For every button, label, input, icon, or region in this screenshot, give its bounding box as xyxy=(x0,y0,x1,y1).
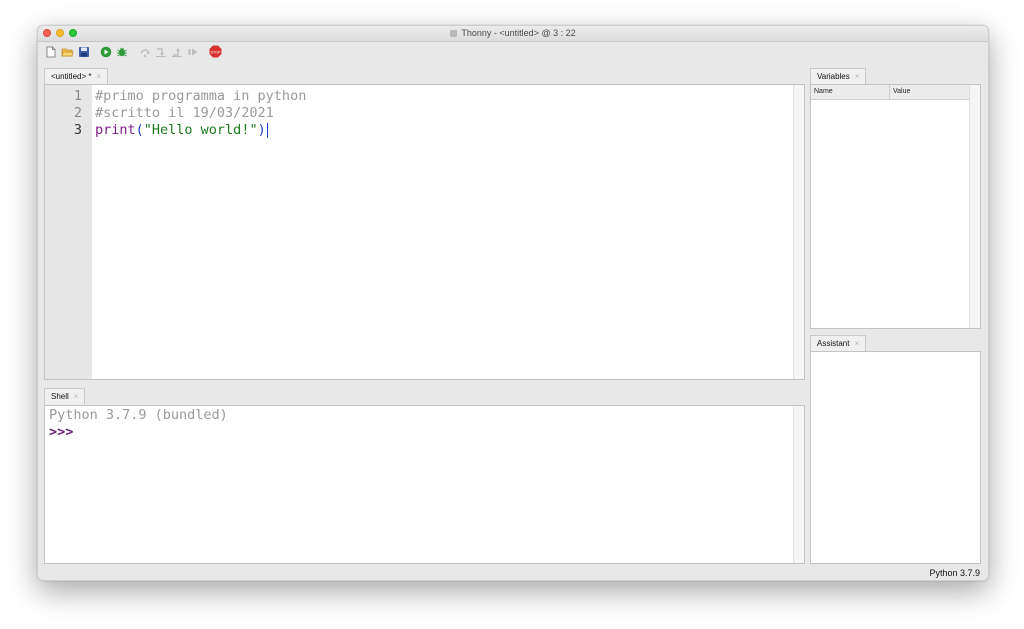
stop-icon[interactable]: STOP xyxy=(209,45,222,58)
tab-untitled[interactable]: <untitled> * × xyxy=(44,68,109,84)
save-icon[interactable] xyxy=(78,45,90,57)
thonny-window: Thonny - <untitled> @ 3 : 22 STOP <untit… xyxy=(37,25,989,581)
open-file-icon[interactable] xyxy=(61,45,74,57)
shell-console[interactable]: Python 3.7.9 (bundled) >>> xyxy=(44,405,805,564)
tab-shell[interactable]: Shell × xyxy=(44,388,86,404)
editor-scrollbar[interactable] xyxy=(793,85,804,379)
open-paren: ( xyxy=(135,122,144,138)
run-icon[interactable] xyxy=(100,45,112,58)
tab-variables[interactable]: Variables × xyxy=(810,68,867,84)
close-paren: ) xyxy=(257,122,266,138)
step-into-icon[interactable] xyxy=(155,45,167,57)
debug-icon[interactable] xyxy=(116,45,128,57)
new-file-icon[interactable] xyxy=(45,45,57,58)
line-number-gutter: 1 2 3 xyxy=(45,85,92,379)
column-header-value[interactable]: Value xyxy=(890,85,971,99)
document-icon xyxy=(450,30,458,38)
close-tab-icon[interactable]: × xyxy=(854,339,859,348)
line-number: 2 xyxy=(73,105,82,121)
line-number: 1 xyxy=(73,88,82,104)
variables-panel: Name Value xyxy=(810,84,981,329)
resume-icon[interactable] xyxy=(187,45,199,57)
title-bar: Thonny - <untitled> @ 3 : 22 xyxy=(38,26,988,42)
shell-banner: Python 3.7.9 (bundled) xyxy=(49,407,228,423)
code-line-1[interactable]: #primo programma in python xyxy=(95,88,306,104)
string-literal: "Hello world!" xyxy=(143,122,258,138)
assistant-panel xyxy=(810,351,981,564)
line-number: 3 xyxy=(73,122,82,138)
code-editor[interactable]: 1 2 3 #primo programma in python #scritt… xyxy=(44,84,805,380)
stop-label: STOP xyxy=(211,50,221,54)
step-out-icon[interactable] xyxy=(171,45,183,57)
code-line-2[interactable]: #scritto il 19/03/2021 xyxy=(95,105,274,121)
code-line-3[interactable]: print("Hello world!") xyxy=(95,122,268,138)
shell-scrollbar[interactable] xyxy=(793,406,804,563)
interpreter-status[interactable]: Python 3.7.9 xyxy=(929,568,980,578)
variables-scrollbar[interactable] xyxy=(969,85,980,328)
text-cursor xyxy=(266,122,268,138)
print-keyword: print xyxy=(95,122,136,138)
tab-assistant[interactable]: Assistant × xyxy=(810,335,867,351)
step-over-icon[interactable] xyxy=(139,45,151,58)
window-title: Thonny - <untitled> @ 3 : 22 xyxy=(38,28,988,38)
shell-prompt[interactable]: >>> xyxy=(49,424,73,440)
toolbar: STOP xyxy=(38,42,988,60)
close-tab-icon[interactable]: × xyxy=(96,72,101,81)
column-header-name[interactable]: Name xyxy=(811,85,890,99)
close-tab-icon[interactable]: × xyxy=(855,72,860,81)
variables-table-header: Name Value xyxy=(811,85,971,100)
close-tab-icon[interactable]: × xyxy=(74,392,79,401)
